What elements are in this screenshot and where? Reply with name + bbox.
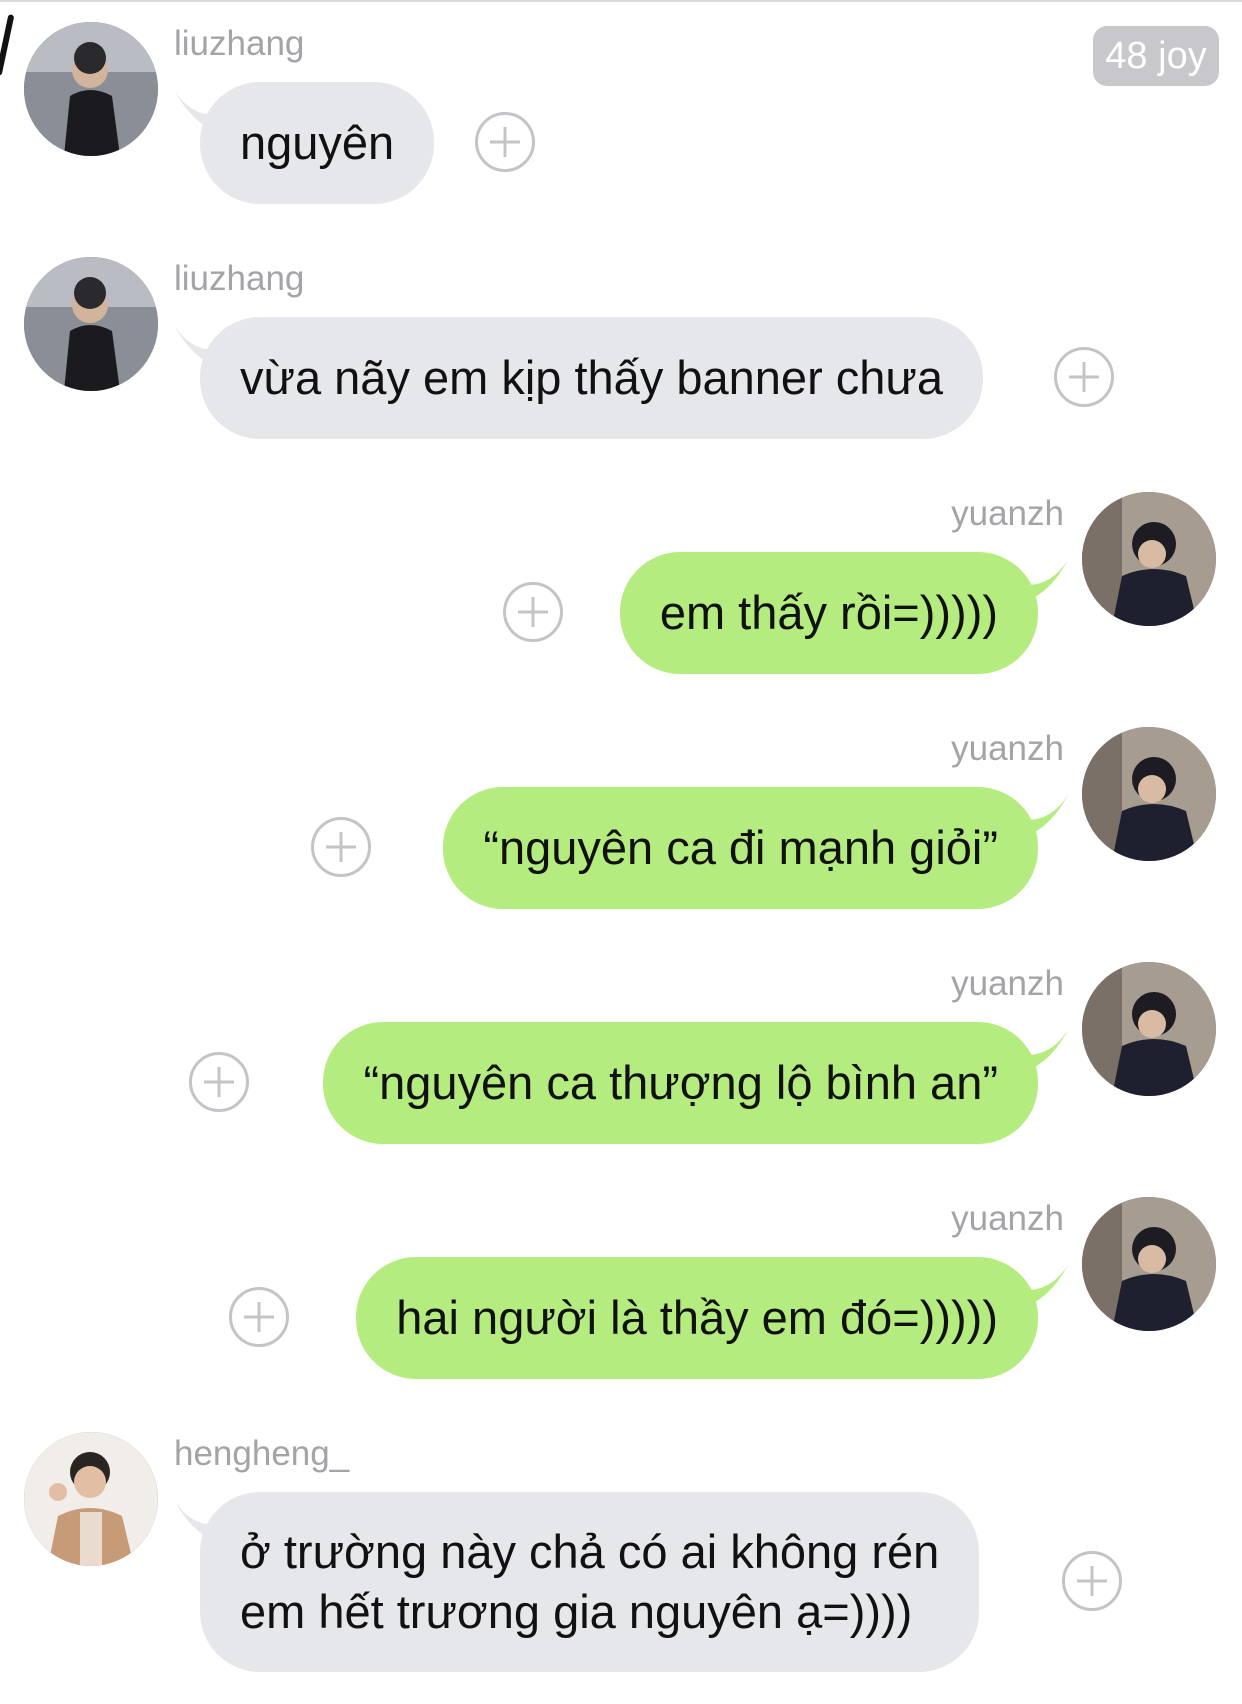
message-text: vừa nãy em kịp thấy banner chưa <box>240 351 944 404</box>
plus-circle-icon[interactable] <box>1062 1551 1122 1611</box>
message-bubble[interactable]: em thấy rồi=))))) <box>619 552 1038 674</box>
plus-circle-icon[interactable] <box>1054 347 1114 407</box>
message-text: hai người là thầy em đó=))))) <box>396 1291 998 1344</box>
message-text: em thấy rồi=))))) <box>659 586 998 639</box>
yuanzh-avatar[interactable] <box>1082 962 1216 1096</box>
plus-circle-icon[interactable] <box>311 817 371 877</box>
edge-mark <box>0 14 15 76</box>
message-text: nguyên <box>240 116 395 169</box>
message-bubble[interactable]: ở trường này chả có ai không rén em hết … <box>200 1492 980 1672</box>
message-bubble[interactable]: “nguyên ca thượng lộ bình an” <box>323 1022 1038 1144</box>
message-text: “nguyên ca đi mạnh giỏi” <box>483 821 998 874</box>
message-bubble[interactable]: hai người là thầy em đó=))))) <box>356 1257 1038 1379</box>
plus-circle-icon[interactable] <box>189 1052 249 1112</box>
plus-circle-icon[interactable] <box>229 1287 289 1347</box>
yuanzh-avatar[interactable] <box>1082 1197 1216 1331</box>
sender-name: liuzhang <box>174 24 305 63</box>
plus-circle-icon[interactable] <box>503 582 563 642</box>
sender-name: hengheng_ <box>174 1434 350 1473</box>
liuzhang-avatar[interactable] <box>24 22 158 156</box>
sender-name: yuanzh <box>951 964 1064 1003</box>
plus-circle-icon[interactable] <box>475 112 535 172</box>
sender-name: yuanzh <box>951 1199 1064 1238</box>
liuzhang-avatar[interactable] <box>24 257 158 391</box>
yuanzh-avatar[interactable] <box>1082 727 1216 861</box>
message-text-line: em hết trương gia nguyên ạ=)))) <box>240 1585 913 1638</box>
yuanzh-avatar[interactable] <box>1082 492 1216 626</box>
message-bubble[interactable]: nguyên <box>200 82 435 204</box>
unread-count-badge[interactable]: 48 joy <box>1093 26 1219 86</box>
hengheng-avatar[interactable] <box>24 1432 158 1566</box>
sender-name: yuanzh <box>951 729 1064 768</box>
message-text: “nguyên ca thượng lộ bình an” <box>363 1056 998 1109</box>
message-text-line: ở trường này chả có ai không rén <box>240 1525 940 1578</box>
sender-name: liuzhang <box>174 259 305 298</box>
top-divider <box>0 0 1242 2</box>
sender-name: yuanzh <box>951 494 1064 533</box>
message-bubble[interactable]: vừa nãy em kịp thấy banner chưa <box>200 317 984 439</box>
message-bubble[interactable]: “nguyên ca đi mạnh giỏi” <box>443 787 1038 909</box>
